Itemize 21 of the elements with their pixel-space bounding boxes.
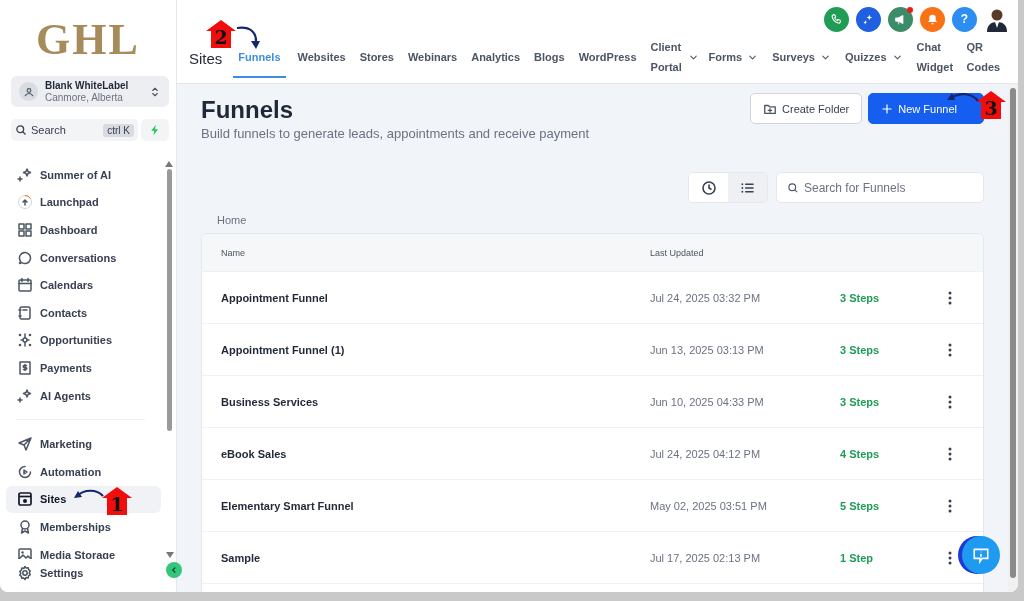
- table-cell-text: May 02, 2025 03:51 PM: [650, 499, 768, 512]
- table-cell-text: Jun 13, 2025 03:13 PM: [650, 343, 765, 356]
- table-cell-text: Jul 24, 2025 04:12 PM: [650, 447, 762, 460]
- steps-count: 4 Steps: [840, 447, 881, 460]
- table-cell-text: Jun 10, 2025 04:33 PM: [650, 395, 765, 408]
- steps-count: 1 Step: [840, 551, 874, 564]
- table-cell-text: Jul 17, 2025 02:13 PM: [650, 551, 762, 564]
- logo: GHL: [35, 14, 141, 66]
- step-marker-overlay: 1: [102, 487, 132, 515]
- section-title: Sites: [189, 49, 223, 67]
- table-cell-text: Jul 24, 2025 03:32 PM: [650, 291, 762, 304]
- page-title: Funnels: [201, 96, 294, 124]
- page-subtitle: Build funnels to generate leads, appointments and receive payment: [201, 126, 590, 141]
- step-marker-overlay: 3: [976, 91, 1006, 119]
- steps-count: 5 Steps: [840, 499, 881, 512]
- step-marker-overlay: 2: [206, 20, 236, 48]
- steps-count: 3 Steps: [840, 343, 881, 356]
- column-header: Name: [221, 247, 246, 258]
- steps-count: 3 Steps: [840, 291, 881, 304]
- steps-count: 3 Steps: [840, 395, 881, 408]
- column-header: Last Updated: [650, 247, 705, 258]
